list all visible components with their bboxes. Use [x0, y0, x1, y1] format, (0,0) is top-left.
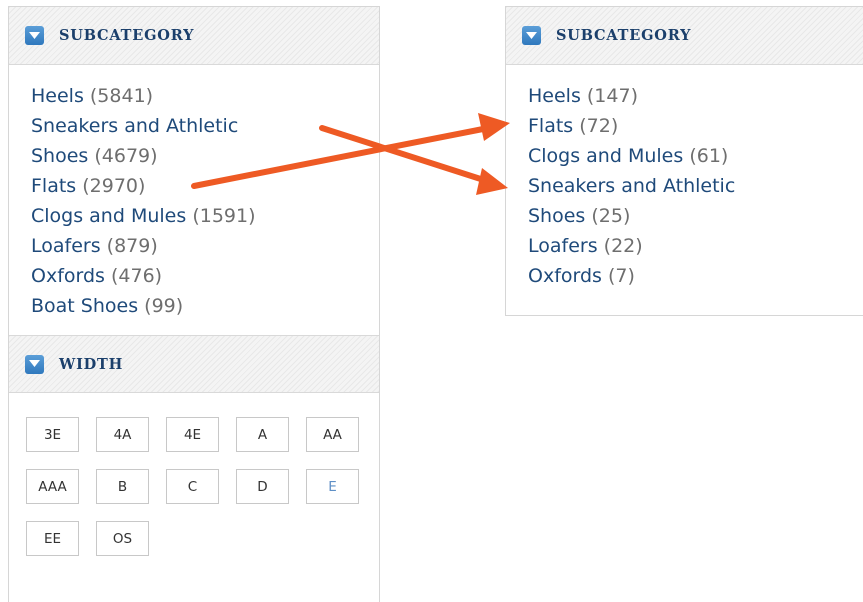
width-option-e[interactable]: E: [306, 469, 359, 504]
subcategory-item-sneakers[interactable]: Sneakers and Athletic Shoes (4679): [31, 111, 379, 171]
subcategory-label[interactable]: Heels: [528, 81, 581, 111]
right-filter-panel: SUBCATEGORY Heels (147) Flats (72) Clogs…: [505, 6, 863, 316]
width-option-a[interactable]: A: [236, 417, 289, 452]
subcategory-label[interactable]: Flats: [528, 111, 573, 141]
subcategory-item-loafers[interactable]: Loafers (22): [528, 231, 863, 261]
collapse-arrow-icon[interactable]: [522, 26, 541, 45]
subcategory-header[interactable]: SUBCATEGORY: [9, 7, 379, 65]
left-filter-panel: SUBCATEGORY Heels (5841) Sneakers and At…: [8, 6, 380, 602]
subcategory-count: (72): [579, 115, 619, 137]
subcategory-label[interactable]: Clogs and Mules: [528, 141, 683, 171]
subcategory-title: SUBCATEGORY: [59, 27, 195, 44]
width-option-4a[interactable]: 4A: [96, 417, 149, 452]
subcategory-item-heels[interactable]: Heels (147): [528, 81, 863, 111]
width-option-b[interactable]: B: [96, 469, 149, 504]
subcategory-count: (5841): [89, 85, 154, 107]
subcategory-count: (147): [586, 85, 638, 107]
subcategory-item-loafers[interactable]: Loafers (879): [31, 231, 379, 261]
subcategory-label[interactable]: Boat Shoes: [31, 291, 138, 321]
subcategory-count: (25): [591, 205, 631, 227]
width-option-os[interactable]: OS: [96, 521, 149, 556]
width-option-aa[interactable]: AA: [306, 417, 359, 452]
subcategory-item-sneakers[interactable]: Sneakers and Athletic Shoes (25): [528, 171, 863, 231]
subcategory-count: (7): [608, 265, 635, 287]
width-option-aaa[interactable]: AAA: [26, 469, 79, 504]
subcategory-count: (1591): [192, 205, 256, 227]
subcategory-label[interactable]: Heels: [31, 81, 84, 111]
subcategory-title: SUBCATEGORY: [556, 27, 692, 44]
subcategory-label[interactable]: Oxfords: [528, 261, 602, 291]
subcategory-count: (476): [111, 265, 163, 287]
subcategory-list: Heels (147) Flats (72) Clogs and Mules (…: [506, 65, 863, 291]
subcategory-count: (879): [106, 235, 158, 257]
subcategory-item-flats[interactable]: Flats (2970): [31, 171, 379, 201]
subcategory-label[interactable]: Flats: [31, 171, 76, 201]
width-option-3e[interactable]: 3E: [26, 417, 79, 452]
subcategory-list: Heels (5841) Sneakers and Athletic Shoes…: [9, 65, 379, 321]
subcategory-item-clogs[interactable]: Clogs and Mules (1591): [31, 201, 379, 231]
subcategory-count: (61): [689, 145, 729, 167]
subcategory-label[interactable]: Loafers: [31, 231, 101, 261]
subcategory-item-clogs[interactable]: Clogs and Mules (61): [528, 141, 863, 171]
width-option-4e[interactable]: 4E: [166, 417, 219, 452]
subcategory-count: (99): [144, 295, 184, 317]
collapse-arrow-icon[interactable]: [25, 26, 44, 45]
subcategory-label[interactable]: Sneakers and Athletic: [31, 111, 379, 141]
subcategory-label-line2[interactable]: Shoes: [528, 205, 585, 227]
subcategory-count: (2970): [82, 175, 146, 197]
subcategory-item-oxfords[interactable]: Oxfords (476): [31, 261, 379, 291]
subcategory-label-line2[interactable]: Shoes: [31, 145, 88, 167]
subcategory-item-flats[interactable]: Flats (72): [528, 111, 863, 141]
width-header[interactable]: WIDTH: [9, 335, 379, 393]
width-option-d[interactable]: D: [236, 469, 289, 504]
subcategory-header[interactable]: SUBCATEGORY: [506, 7, 863, 65]
subcategory-count: (22): [603, 235, 643, 257]
subcategory-label[interactable]: Oxfords: [31, 261, 105, 291]
width-options: 3E 4A 4E A AA AAA B C D E EE OS: [9, 393, 379, 556]
subcategory-item-heels[interactable]: Heels (5841): [31, 81, 379, 111]
subcategory-label[interactable]: Clogs and Mules: [31, 201, 186, 231]
width-option-ee[interactable]: EE: [26, 521, 79, 556]
subcategory-item-oxfords[interactable]: Oxfords (7): [528, 261, 863, 291]
width-option-c[interactable]: C: [166, 469, 219, 504]
subcategory-item-boat-shoes[interactable]: Boat Shoes (99): [31, 291, 379, 321]
subcategory-count: (4679): [94, 145, 158, 167]
subcategory-label[interactable]: Sneakers and Athletic: [528, 171, 863, 201]
subcategory-label[interactable]: Loafers: [528, 231, 598, 261]
collapse-arrow-icon[interactable]: [25, 354, 44, 374]
width-title: WIDTH: [59, 355, 124, 373]
